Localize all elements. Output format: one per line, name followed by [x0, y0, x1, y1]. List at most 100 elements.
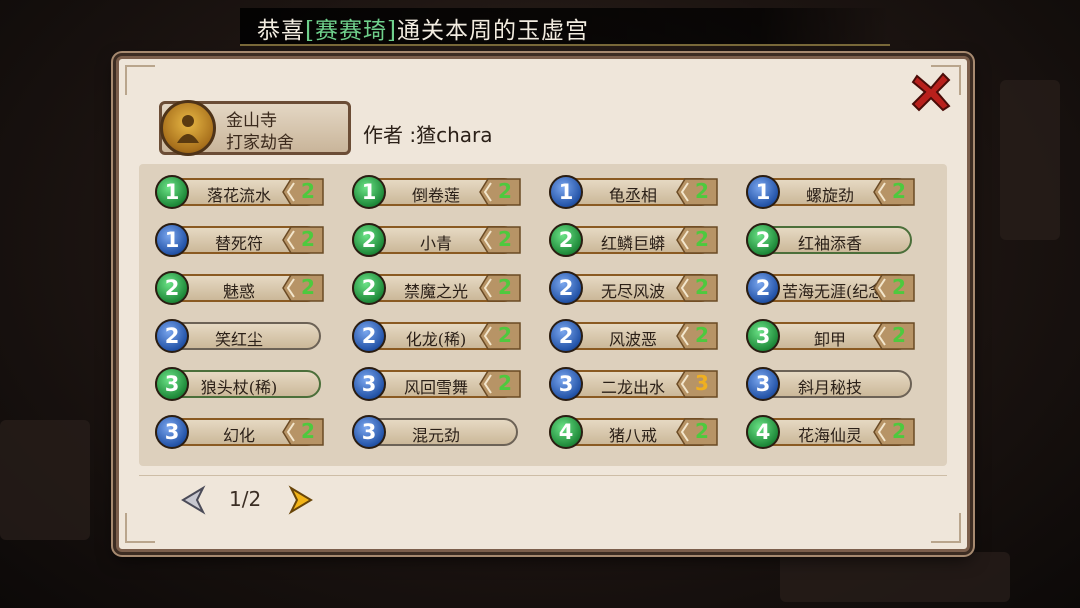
chevron-right-icon — [288, 485, 313, 515]
card-entry[interactable]: 2 禁魔之光 2 — [346, 270, 524, 306]
announcement-banner: 恭喜[赛赛琦]通关本周的玉虚宫 — [240, 8, 890, 46]
card-count: 2 — [498, 371, 512, 395]
card-count: 2 — [498, 275, 512, 299]
card-entry[interactable]: 2 小青 2 — [346, 222, 524, 258]
next-page-button[interactable] — [287, 485, 315, 515]
card-grid: 1 落花流水 2 1 倒卷莲 2 1 龟丞相 2 1 螺旋劲 2 1 替死符 2 2 小青 2 2 红鳞巨蟒 2 2 红袖添… — [139, 164, 947, 466]
card-name: 红鳞巨蟒 — [600, 234, 665, 253]
card-entry[interactable]: 2 风波恶 2 — [543, 318, 721, 354]
card-level-badge: 3 — [155, 367, 189, 401]
badge-subtitle: 打家劫舍 — [226, 133, 294, 153]
frame-corner — [125, 513, 155, 543]
close-icon — [911, 72, 951, 112]
card-entry[interactable]: 1 落花流水 2 — [149, 174, 327, 210]
chevron-left-icon — [181, 485, 206, 515]
card-name: 幻化 — [222, 426, 255, 445]
card-entry[interactable]: 2 红鳞巨蟒 2 — [543, 222, 721, 258]
announcement-suffix: 通关本周的玉虚宫 — [396, 18, 589, 44]
card-name: 龟丞相 — [608, 186, 657, 205]
card-name: 斜月秘技 — [797, 378, 862, 397]
card-entry[interactable]: 2 化龙(稀) 2 — [346, 318, 524, 354]
card-name: 笑红尘 — [214, 330, 263, 349]
card-entry[interactable]: 2 无尽风波 2 — [543, 270, 721, 306]
card-count: 2 — [695, 227, 709, 251]
card-level-badge: 1 — [155, 175, 189, 209]
card-entry[interactable]: 4 猪八戒 2 — [543, 414, 721, 450]
card-count: 2 — [695, 323, 709, 347]
card-count: 2 — [498, 227, 512, 251]
card-count: 2 — [498, 323, 512, 347]
card-count: 2 — [892, 179, 906, 203]
card-count: 2 — [301, 419, 315, 443]
card-entry[interactable]: 1 螺旋劲 2 — [740, 174, 918, 210]
card-level-badge: 4 — [549, 415, 583, 449]
card-name: 猪八戒 — [608, 426, 657, 445]
deck-owner-badge: 金山寺 打家劫舍 — [159, 100, 351, 156]
divider — [139, 475, 947, 476]
announcement-text: 恭喜[赛赛琦]通关本周的玉虚宫 — [257, 11, 589, 45]
card-name: 苦海无涯(纪念 — [782, 282, 878, 301]
frame-corner — [125, 65, 155, 95]
prev-page-button[interactable] — [179, 485, 207, 515]
card-count: 2 — [892, 419, 906, 443]
card-entry[interactable]: 3 斜月秘技 — [740, 366, 918, 402]
card-entry[interactable]: 1 倒卷莲 2 — [346, 174, 524, 210]
background-ui-fragment — [780, 552, 1010, 602]
card-level-badge: 1 — [155, 223, 189, 257]
card-level-badge: 2 — [549, 319, 583, 353]
card-level-badge: 3 — [746, 367, 780, 401]
card-entry[interactable]: 3 狼头杖(稀) — [149, 366, 327, 402]
card-level-badge: 4 — [746, 415, 780, 449]
card-count: 2 — [301, 227, 315, 251]
card-entry[interactable]: 3 风回雪舞 2 — [346, 366, 524, 402]
card-name: 魅惑 — [222, 282, 255, 301]
card-level-badge: 1 — [352, 175, 386, 209]
announcement-player[interactable]: [赛赛琦] — [305, 18, 397, 44]
deck-dialog: 金山寺 打家劫舍 作者 :猹chara 1 落花流水 2 1 倒卷莲 2 1 龟丞相 2 1 螺旋劲… — [116, 56, 970, 552]
card-name: 二龙出水 — [600, 378, 665, 397]
card-name: 风回雪舞 — [403, 378, 468, 397]
card-entry[interactable]: 2 红袖添香 — [740, 222, 918, 258]
card-count: 2 — [892, 323, 906, 347]
card-name: 化龙(稀) — [405, 330, 467, 349]
card-entry[interactable]: 3 幻化 2 — [149, 414, 327, 450]
card-entry[interactable]: 4 花海仙灵 2 — [740, 414, 918, 450]
card-entry[interactable]: 1 替死符 2 — [149, 222, 327, 258]
card-entry[interactable]: 2 苦海无涯(纪念 2 — [740, 270, 918, 306]
card-level-badge: 3 — [549, 367, 583, 401]
card-name: 螺旋劲 — [805, 186, 854, 205]
pagination: 1/2 — [179, 481, 379, 521]
card-entry[interactable]: 3 卸甲 2 — [740, 318, 918, 354]
card-name: 禁魔之光 — [403, 282, 468, 301]
card-level-badge: 2 — [155, 319, 189, 353]
page-indicator: 1/2 — [229, 487, 262, 511]
background-ui-fragment — [1000, 80, 1060, 240]
card-entry[interactable]: 2 笑红尘 — [149, 318, 327, 354]
card-name: 小青 — [419, 234, 452, 253]
card-entry[interactable]: 3 混元劲 — [346, 414, 524, 450]
close-button[interactable] — [909, 70, 953, 114]
card-level-badge: 2 — [352, 271, 386, 305]
card-level-badge: 3 — [352, 415, 386, 449]
deck-author: 作者 :猹chara — [363, 123, 493, 147]
card-entry[interactable]: 1 龟丞相 2 — [543, 174, 721, 210]
card-level-badge: 2 — [352, 223, 386, 257]
card-level-badge: 2 — [746, 271, 780, 305]
card-name: 落花流水 — [206, 186, 271, 205]
card-count: 2 — [695, 275, 709, 299]
card-entry[interactable]: 2 魅惑 2 — [149, 270, 327, 306]
card-level-badge: 2 — [549, 271, 583, 305]
card-count: 3 — [695, 371, 709, 395]
card-count: 2 — [301, 179, 315, 203]
card-level-badge: 2 — [352, 319, 386, 353]
card-count: 2 — [498, 179, 512, 203]
card-name: 卸甲 — [813, 330, 846, 349]
card-name: 倒卷莲 — [411, 186, 460, 205]
card-name: 花海仙灵 — [797, 426, 862, 445]
announcement-prefix: 恭喜 — [257, 18, 305, 44]
card-level-badge: 2 — [155, 271, 189, 305]
card-name: 无尽风波 — [600, 282, 665, 301]
card-name: 替死符 — [214, 234, 263, 253]
card-entry[interactable]: 3 二龙出水 3 — [543, 366, 721, 402]
card-level-badge: 1 — [549, 175, 583, 209]
